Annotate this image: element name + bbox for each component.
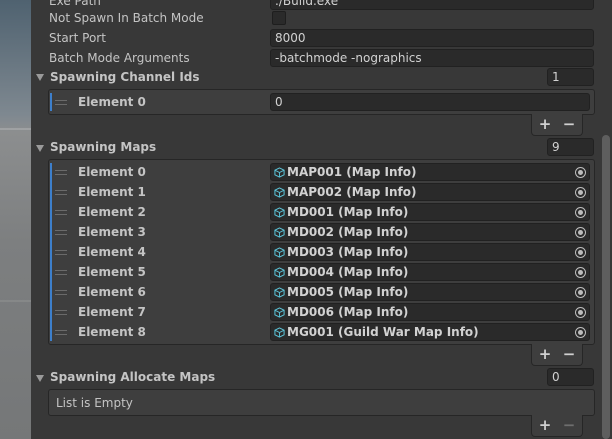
map-object-name: MD005 (Map Info): [287, 285, 409, 299]
drag-handle-icon[interactable]: [55, 270, 67, 275]
allocate-maps-remove-button[interactable]: −: [558, 415, 580, 435]
not-spawn-batch-row: Not Spawn In Batch Mode: [31, 8, 596, 28]
map-object-field[interactable]: MD005 (Map Info): [270, 283, 590, 301]
scriptable-object-icon: [274, 187, 285, 198]
selection-indicator: [50, 163, 52, 341]
allocate-maps-add-button[interactable]: +: [534, 415, 556, 435]
channel-ids-footer: + −: [531, 114, 583, 136]
map-object-field[interactable]: MD006 (Map Info): [270, 303, 590, 321]
channel-ids-size-field[interactable]: 1: [547, 68, 594, 86]
drag-handle-icon[interactable]: [55, 330, 67, 335]
scriptable-object-icon: [274, 167, 285, 178]
map-object-name: MD002 (Map Info): [287, 225, 409, 239]
map-element-label: Element 6: [78, 285, 146, 299]
map-object-field[interactable]: MD004 (Map Info): [270, 263, 590, 281]
scene-grid-line: [0, 300, 31, 302]
not-spawn-batch-label: Not Spawn In Batch Mode: [49, 11, 204, 25]
map-element-label: Element 7: [78, 305, 146, 319]
map-element-label: Element 5: [78, 265, 146, 279]
allocate-maps-foldout-arrow-icon[interactable]: [36, 375, 44, 382]
maps-add-button[interactable]: +: [534, 344, 556, 364]
drag-handle-icon[interactable]: [55, 250, 67, 255]
channel-element-field[interactable]: 0: [270, 93, 590, 111]
map-object-field[interactable]: MD002 (Map Info): [270, 223, 590, 241]
maps-list: Element 0 MAP001 (Map Info) Element 1 MAP00…: [48, 159, 595, 345]
map-object-name: MG001 (Guild War Map Info): [287, 325, 479, 339]
drag-handle-icon[interactable]: [55, 190, 67, 195]
map-object-field[interactable]: MAP002 (Map Info): [270, 183, 590, 201]
drag-handle-icon[interactable]: [55, 290, 67, 295]
object-picker-icon[interactable]: [575, 167, 586, 178]
map-object-name: MAP001 (Map Info): [287, 165, 417, 179]
map-object-name: MD004 (Map Info): [287, 265, 409, 279]
maps-foldout-arrow-icon[interactable]: [36, 145, 44, 152]
drag-handle-icon[interactable]: [55, 100, 67, 105]
scriptable-object-icon: [274, 207, 285, 218]
object-picker-icon[interactable]: [575, 207, 586, 218]
allocate-maps-size-field[interactable]: 0: [547, 368, 594, 386]
start-port-label: Start Port: [49, 31, 106, 45]
inspector-scrollbar[interactable]: [600, 0, 612, 439]
scriptable-object-icon: [274, 287, 285, 298]
map-object-field[interactable]: MG001 (Guild War Map Info): [270, 323, 590, 341]
map-object-name: MD003 (Map Info): [287, 245, 409, 259]
channel-element-label: Element 0: [78, 95, 146, 109]
batch-args-row: Batch Mode Arguments -batchmode -nograph…: [31, 48, 596, 68]
map-object-name: MAP002 (Map Info): [287, 185, 417, 199]
scriptable-object-icon: [274, 327, 285, 338]
scriptable-object-icon: [274, 267, 285, 278]
scriptable-object-icon: [274, 227, 285, 238]
object-picker-icon[interactable]: [575, 307, 586, 318]
batch-args-field[interactable]: -batchmode -nographics: [270, 49, 594, 67]
channel-ids-foldout-arrow-icon[interactable]: [36, 74, 44, 81]
allocate-maps-footer: + −: [531, 415, 583, 437]
map-element-label: Element 4: [78, 245, 146, 259]
object-picker-icon[interactable]: [575, 267, 586, 278]
map-object-field[interactable]: MD001 (Map Info): [270, 203, 590, 221]
empty-list-text: List is Empty: [56, 396, 133, 410]
channel-ids-list: Element 0 0: [48, 89, 595, 115]
object-picker-icon[interactable]: [575, 227, 586, 238]
maps-remove-button[interactable]: −: [558, 344, 580, 364]
maps-footer: + −: [531, 344, 583, 366]
drag-handle-icon[interactable]: [55, 170, 67, 175]
channel-ids-foldout[interactable]: Spawning Channel Ids: [50, 70, 200, 84]
scene-view-strip: [0, 0, 31, 439]
inspector-panel: Exe Path ./Build.exe Not Spawn In Batch …: [31, 0, 612, 439]
scriptable-object-icon: [274, 247, 285, 258]
drag-handle-icon[interactable]: [55, 210, 67, 215]
object-picker-icon[interactable]: [575, 247, 586, 258]
scriptable-object-icon: [274, 307, 285, 318]
selection-indicator: [50, 93, 52, 111]
unity-inspector: Exe Path ./Build.exe Not Spawn In Batch …: [0, 0, 612, 439]
map-object-name: MD006 (Map Info): [287, 305, 409, 319]
scrollbar-thumb[interactable]: [602, 135, 610, 439]
allocate-maps-list: List is Empty: [48, 389, 595, 416]
object-picker-icon[interactable]: [575, 287, 586, 298]
exe-path-label: Exe Path: [49, 0, 101, 8]
object-picker-icon[interactable]: [575, 327, 586, 338]
maps-size-field[interactable]: 9: [547, 138, 594, 156]
object-picker-icon[interactable]: [575, 187, 586, 198]
maps-foldout[interactable]: Spawning Maps: [50, 140, 156, 154]
map-object-field[interactable]: MD003 (Map Info): [270, 243, 590, 261]
map-object-field[interactable]: MAP001 (Map Info): [270, 163, 590, 181]
allocate-maps-foldout[interactable]: Spawning Allocate Maps: [50, 370, 215, 384]
batch-args-label: Batch Mode Arguments: [49, 51, 190, 65]
map-element-label: Element 1: [78, 185, 146, 199]
start-port-row: Start Port 8000: [31, 28, 596, 48]
start-port-field[interactable]: 8000: [270, 29, 594, 47]
drag-handle-icon[interactable]: [55, 310, 67, 315]
map-element-label: Element 0: [78, 165, 146, 179]
not-spawn-batch-checkbox[interactable]: [272, 11, 286, 25]
map-element-label: Element 3: [78, 225, 146, 239]
drag-handle-icon[interactable]: [55, 230, 67, 235]
channel-ids-add-button[interactable]: +: [534, 114, 556, 134]
map-element-label: Element 8: [78, 325, 146, 339]
scene-horizon-line: [0, 128, 31, 130]
map-object-name: MD001 (Map Info): [287, 205, 409, 219]
map-element-label: Element 2: [78, 205, 146, 219]
channel-ids-remove-button[interactable]: −: [558, 114, 580, 134]
